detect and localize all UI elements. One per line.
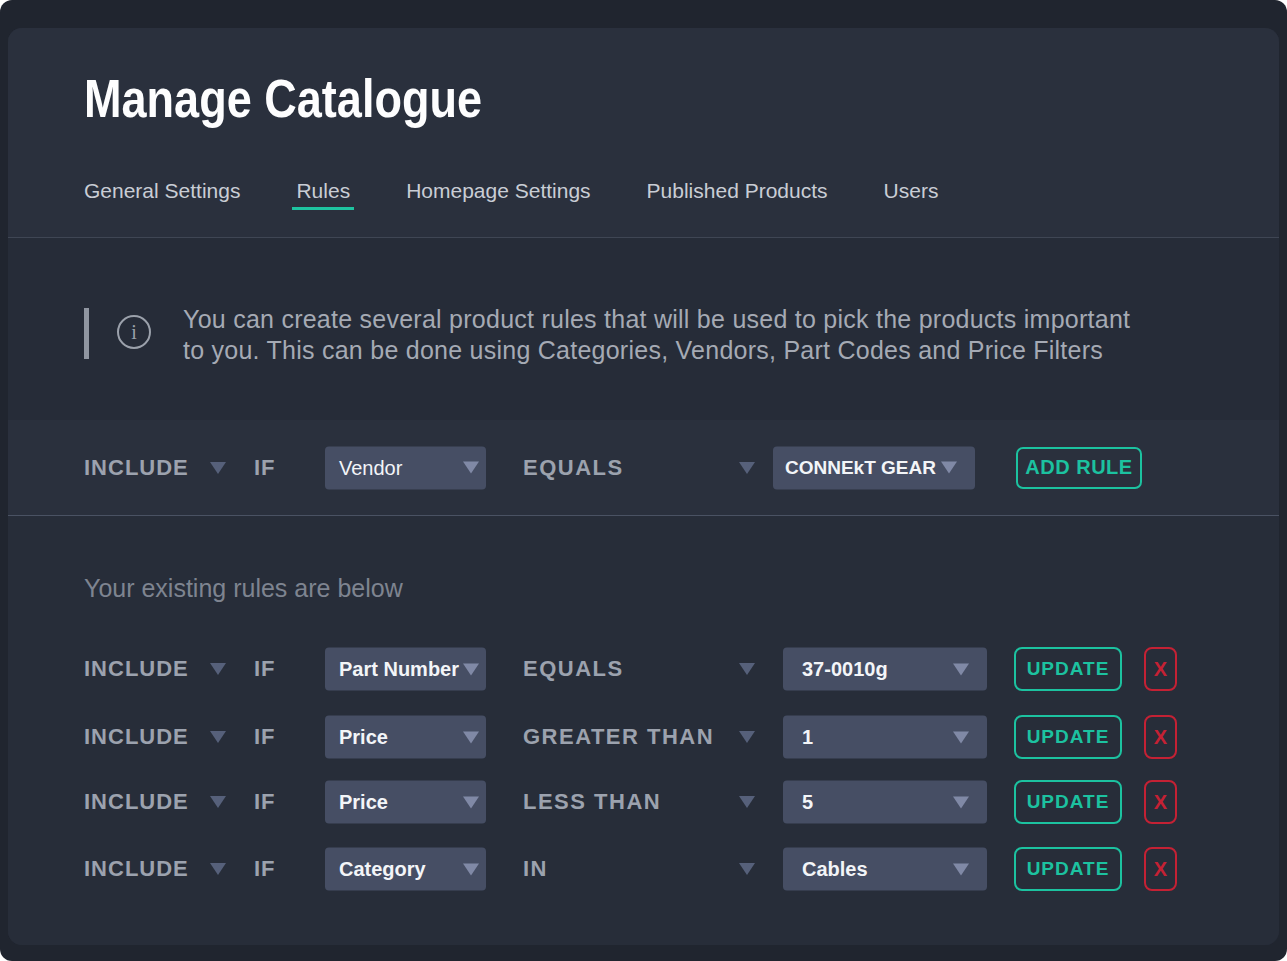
value-dropdown[interactable]: Cables (783, 848, 987, 891)
chevron-down-icon (941, 462, 957, 474)
rule-row: INCLUDE IF Price GREATER THAN 1 UPDATE X (8, 715, 1279, 759)
chevron-down-icon[interactable] (210, 796, 226, 808)
chevron-down-icon (463, 863, 479, 875)
delete-rule-button[interactable]: X (1144, 647, 1177, 691)
value-dropdown[interactable]: CONNEkT GEAR (773, 446, 975, 489)
info-icon: i (117, 315, 151, 349)
chevron-down-icon (953, 663, 969, 675)
operator-dropdown-label[interactable]: IN (523, 856, 548, 882)
chevron-down-icon[interactable] (739, 462, 755, 474)
rule-row: INCLUDE IF Price LESS THAN 5 UPDATE X (8, 780, 1279, 824)
tab-published-products[interactable]: Published Products (647, 180, 828, 210)
field-dropdown-value: Vendor (339, 456, 402, 479)
tab-bar: General Settings Rules Homepage Settings… (84, 180, 938, 210)
existing-rules-heading: Your existing rules are below (84, 574, 403, 603)
include-dropdown-label[interactable]: INCLUDE (84, 789, 189, 815)
tab-general-settings[interactable]: General Settings (84, 180, 240, 210)
chevron-down-icon (463, 462, 479, 474)
operator-dropdown-label[interactable]: EQUALS (523, 455, 624, 481)
if-label: IF (254, 656, 276, 682)
field-dropdown[interactable]: Vendor (325, 446, 486, 489)
field-dropdown[interactable]: Category (325, 848, 486, 891)
value-dropdown[interactable]: 5 (783, 781, 987, 824)
field-dropdown[interactable]: Part Number (325, 648, 486, 691)
app-window: Manage Catalogue General Settings Rules … (0, 0, 1287, 961)
chevron-down-icon[interactable] (210, 863, 226, 875)
if-label: IF (254, 724, 276, 750)
if-label: IF (254, 455, 276, 481)
chevron-down-icon[interactable] (739, 731, 755, 743)
update-button[interactable]: UPDATE (1014, 647, 1122, 691)
page-title: Manage Catalogue (84, 72, 482, 125)
include-dropdown-label[interactable]: INCLUDE (84, 724, 189, 750)
include-dropdown-label[interactable]: INCLUDE (84, 455, 189, 481)
field-dropdown[interactable]: Price (325, 716, 486, 759)
chevron-down-icon (953, 863, 969, 875)
value-dropdown-value: CONNEkT GEAR (785, 457, 936, 479)
operator-dropdown-label[interactable]: EQUALS (523, 656, 624, 682)
chevron-down-icon (463, 731, 479, 743)
field-dropdown-value: Category (339, 858, 426, 881)
chevron-down-icon[interactable] (210, 731, 226, 743)
chevron-down-icon[interactable] (739, 663, 755, 675)
chevron-down-icon (953, 731, 969, 743)
rule-row: INCLUDE IF Category IN Cables UPDATE X (8, 847, 1279, 891)
operator-dropdown-label[interactable]: LESS THAN (523, 789, 661, 815)
info-text: You can create several product rules tha… (183, 304, 1130, 366)
field-dropdown[interactable]: Price (325, 781, 486, 824)
value-dropdown-value: 37-0010g (802, 658, 888, 681)
delete-rule-button[interactable]: X (1144, 780, 1177, 824)
chevron-down-icon[interactable] (739, 863, 755, 875)
value-dropdown[interactable]: 1 (783, 716, 987, 759)
value-dropdown[interactable]: 37-0010g (783, 648, 987, 691)
chevron-down-icon (463, 796, 479, 808)
include-dropdown-label[interactable]: INCLUDE (84, 856, 189, 882)
update-button[interactable]: UPDATE (1014, 715, 1122, 759)
update-button[interactable]: UPDATE (1014, 780, 1122, 824)
tab-homepage-settings[interactable]: Homepage Settings (406, 180, 590, 210)
existing-rules-section: Your existing rules are below INCLUDE IF… (8, 516, 1279, 945)
chevron-down-icon (953, 796, 969, 808)
operator-dropdown-label[interactable]: GREATER THAN (523, 724, 714, 750)
info-section: i You can create several product rules t… (8, 238, 1279, 420)
tab-rules[interactable]: Rules (292, 180, 354, 210)
field-dropdown-value: Price (339, 791, 388, 814)
info-accent-bar (84, 308, 89, 359)
rule-builder-row: INCLUDE IF Vendor EQUALS CONNEkT GEAR AD… (8, 420, 1279, 515)
delete-rule-button[interactable]: X (1144, 847, 1177, 891)
if-label: IF (254, 789, 276, 815)
include-dropdown-label[interactable]: INCLUDE (84, 656, 189, 682)
info-text-line2: to you. This can be done using Categorie… (183, 335, 1130, 366)
value-dropdown-value: 1 (802, 726, 813, 749)
chevron-down-icon (463, 663, 479, 675)
manage-catalogue-card: Manage Catalogue General Settings Rules … (8, 28, 1279, 945)
if-label: IF (254, 856, 276, 882)
chevron-down-icon[interactable] (739, 796, 755, 808)
update-button[interactable]: UPDATE (1014, 847, 1122, 891)
delete-rule-button[interactable]: X (1144, 715, 1177, 759)
field-dropdown-value: Part Number (339, 658, 459, 681)
chevron-down-icon[interactable] (210, 462, 226, 474)
field-dropdown-value: Price (339, 726, 388, 749)
info-text-line1: You can create several product rules tha… (183, 304, 1130, 335)
value-dropdown-value: Cables (802, 858, 868, 881)
chevron-down-icon[interactable] (210, 663, 226, 675)
add-rule-button[interactable]: ADD RULE (1016, 447, 1142, 489)
value-dropdown-value: 5 (802, 791, 813, 814)
rule-row: INCLUDE IF Part Number EQUALS 37-0010g U… (8, 647, 1279, 691)
tab-users[interactable]: Users (884, 180, 939, 210)
header: Manage Catalogue General Settings Rules … (8, 28, 1279, 237)
